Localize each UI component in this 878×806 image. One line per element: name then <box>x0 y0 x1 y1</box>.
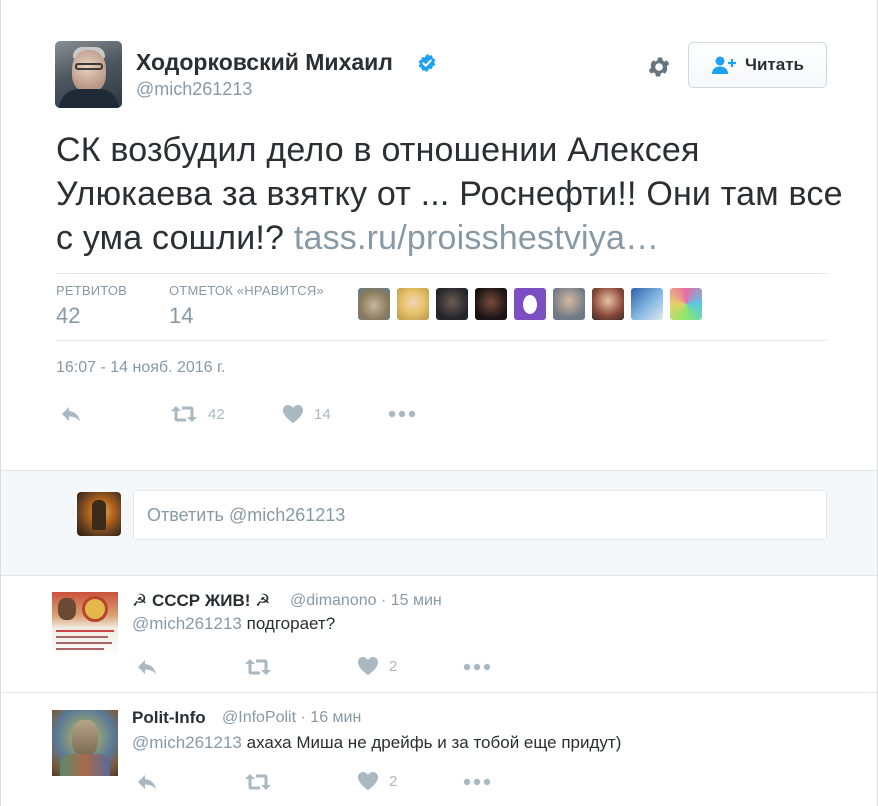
liker-avatar[interactable] <box>553 288 585 320</box>
liker-avatar[interactable] <box>514 288 546 320</box>
reply-icon <box>62 407 80 422</box>
gear-icon[interactable] <box>646 54 672 80</box>
more-button[interactable] <box>463 778 491 786</box>
comment-author-name[interactable]: Polit-Info <box>132 708 206 728</box>
comment-text: @mich261213 ахаха Миша не дрейфь и за то… <box>132 733 621 753</box>
retweet-button[interactable] <box>244 772 272 792</box>
likers-avatars <box>358 288 702 320</box>
retweet-button[interactable] <box>244 657 272 677</box>
tweet-detail-frame <box>0 0 878 806</box>
follow-user-icon <box>712 56 737 74</box>
comment-body: подгорает? <box>246 614 336 633</box>
retweet-button[interactable]: 42 <box>170 404 225 424</box>
tweet-link[interactable]: tass.ru/proisshestviya… <box>294 219 660 257</box>
reply-icon <box>138 660 156 675</box>
comment-avatar[interactable] <box>52 710 118 776</box>
retweet-icon <box>171 406 197 422</box>
tweet-text: СК возбудил дело в отношении Алексея Улю… <box>56 128 846 260</box>
follow-button[interactable]: Читать <box>688 42 827 88</box>
current-user-avatar[interactable] <box>77 492 121 536</box>
more-dots-icon <box>463 778 491 786</box>
like-count: 2 <box>389 657 398 675</box>
likes-count[interactable]: 14 <box>169 303 193 329</box>
author-name[interactable]: Ходорковский Михаил <box>136 49 393 76</box>
comment-time[interactable]: 16 мин <box>310 709 361 726</box>
verified-badge-icon <box>418 53 436 73</box>
retweets-label: РЕТВИТОВ <box>56 283 128 298</box>
reply-input[interactable]: Ответить @mich261213 <box>133 490 827 540</box>
liker-avatar[interactable] <box>631 288 663 320</box>
liker-avatar[interactable] <box>358 288 390 320</box>
likes-label: ОТМЕТОК «НРАВИТСЯ» <box>169 283 324 298</box>
comment-meta: @InfoPolit · 16 мин <box>222 709 362 726</box>
like-count: 14 <box>314 405 331 423</box>
comment-text: @mich261213 подгорает? <box>132 614 335 634</box>
divider <box>56 273 827 274</box>
liker-avatar[interactable] <box>475 288 507 320</box>
like-button[interactable]: 14 <box>282 404 331 424</box>
comment-author-handle[interactable]: @InfoPolit <box>222 709 296 726</box>
more-button[interactable] <box>463 663 491 671</box>
divider <box>1 692 877 693</box>
liker-avatar[interactable] <box>397 288 429 320</box>
reply-button[interactable] <box>136 658 158 676</box>
comment-body: ахаха Миша не дрейфь и за тобой еще прид… <box>246 733 622 752</box>
comment-mention[interactable]: @mich261213 <box>132 614 242 633</box>
like-count: 2 <box>389 772 398 790</box>
retweet-icon <box>245 659 271 675</box>
reply-button[interactable] <box>136 773 158 791</box>
tweet-timestamp[interactable]: 16:07 - 14 нояб. 2016 г. <box>56 359 225 377</box>
liker-avatar[interactable] <box>436 288 468 320</box>
comment-time[interactable]: 15 мин <box>391 592 442 609</box>
retweet-count: 42 <box>208 405 225 423</box>
follow-button-label: Читать <box>745 55 804 74</box>
comment-mention[interactable]: @mich261213 <box>132 733 242 752</box>
more-dots-icon <box>388 410 416 418</box>
comment-avatar[interactable] <box>52 592 118 658</box>
heart-icon <box>358 772 378 790</box>
reply-button[interactable] <box>60 405 82 423</box>
divider <box>56 340 827 341</box>
author-handle[interactable]: @mich261213 <box>136 79 252 100</box>
retweet-icon <box>245 774 271 790</box>
reply-icon <box>138 775 156 790</box>
author-avatar[interactable] <box>55 41 122 108</box>
heart-icon <box>283 405 303 423</box>
more-dots-icon <box>463 663 491 671</box>
liker-avatar[interactable] <box>670 288 702 320</box>
heart-icon <box>358 657 378 675</box>
retweets-count[interactable]: 42 <box>56 303 80 329</box>
more-button[interactable] <box>388 410 416 418</box>
comment-author-name[interactable]: ☭ СССР ЖИВ! ☭ <box>132 591 270 611</box>
like-button[interactable]: 2 <box>357 656 397 676</box>
like-button[interactable]: 2 <box>357 771 397 791</box>
comment-meta: @dimanono · 15 мин <box>290 592 442 609</box>
comment-author-handle[interactable]: @dimanono <box>290 592 377 609</box>
liker-avatar[interactable] <box>592 288 624 320</box>
